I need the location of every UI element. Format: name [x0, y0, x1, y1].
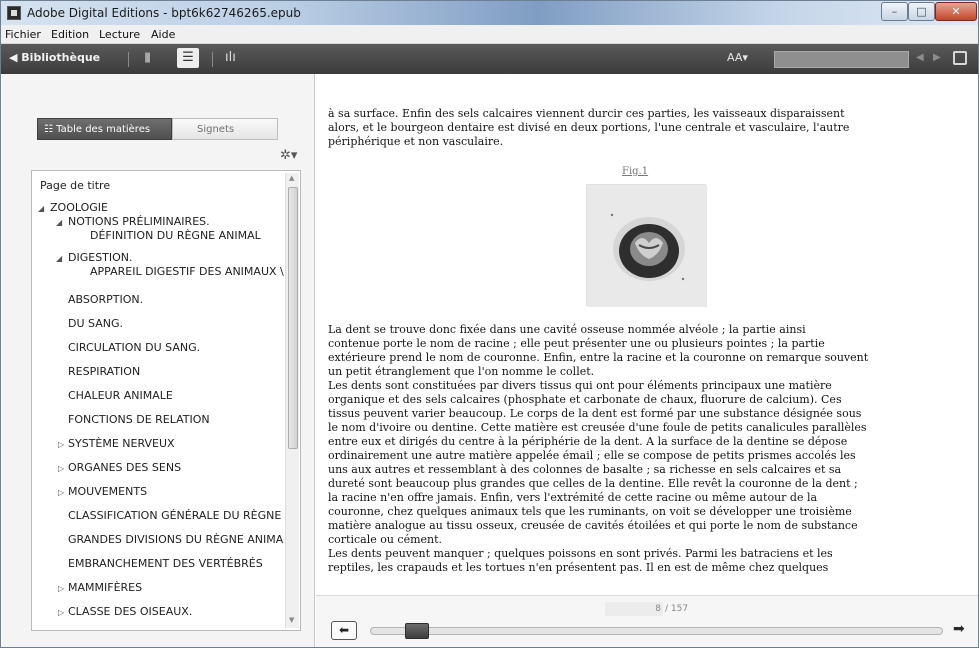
- toc-tab-label: Table des matières: [56, 124, 151, 135]
- fullscreen-icon[interactable]: [953, 51, 967, 65]
- collapsed-arrow-icon[interactable]: ▷: [58, 464, 64, 473]
- page-navigation-bar: 8 / 157 ⬅ ➡: [316, 595, 978, 647]
- toc-tree: Page de titre ◢ ZOOLOGIE ◢ NOTIONS PRÉLI…: [31, 170, 301, 631]
- text-line: Les dents sont constituées par divers ti…: [328, 379, 832, 392]
- scrollbar-thumb[interactable]: [288, 187, 298, 449]
- text-line: matière analogue au tissu osseux, creusé…: [328, 519, 858, 532]
- search-input[interactable]: [774, 51, 909, 68]
- collapsed-arrow-icon[interactable]: ▷: [58, 584, 64, 593]
- toc-item-vertebres[interactable]: EMBRANCHEMENT DES VERTÉBRÉS: [68, 557, 263, 570]
- menu-lecture[interactable]: Lecture: [99, 28, 140, 41]
- figure-caption[interactable]: Fig.1: [622, 166, 648, 177]
- toc-scrollbar[interactable]: ▲ ▼: [285, 173, 299, 628]
- page-number-input[interactable]: 8: [605, 602, 663, 616]
- toolbar: ◀ Bibliothèque ▮ ☰ ılı AA▾ ◀ ▶: [1, 44, 978, 74]
- text-line: uns aux autres et ressemblant à des colo…: [328, 463, 842, 476]
- app-window: Adobe Digital Editions - bpt6k62746265.e…: [0, 0, 979, 648]
- toc-item-mouvements[interactable]: MOUVEMENTS: [68, 485, 147, 498]
- toc-tab-icon: ☷: [44, 124, 57, 135]
- toc-item-notions-sub[interactable]: DÉFINITION DU RÈGNE ANIMAL: [90, 229, 261, 242]
- reading-pane[interactable]: à sa surface. Enfin des sels calcaires v…: [316, 74, 978, 595]
- toc-item-fonctions[interactable]: FONCTIONS DE RELATION: [68, 413, 210, 426]
- text-line: à sa surface. Enfin des sels calcaires v…: [328, 107, 845, 120]
- back-arrow-button[interactable]: ⬅: [331, 621, 357, 640]
- text-line: ordinairement une autre matière appelée …: [328, 449, 856, 462]
- minimize-button[interactable]: –: [881, 2, 908, 21]
- forward-arrow-icon[interactable]: ➡: [953, 621, 965, 637]
- text-line: le nom d'ivoire ou dentine. Cette matièr…: [328, 421, 867, 434]
- scroll-down-icon[interactable]: ▼: [289, 616, 294, 624]
- search-next-icon[interactable]: ▶: [933, 52, 941, 63]
- collapsed-arrow-icon[interactable]: ▷: [58, 608, 64, 617]
- toc-list-icon[interactable]: ☰: [177, 48, 199, 68]
- toc-item-chaleur[interactable]: CHALEUR ANIMALE: [68, 389, 173, 402]
- toolbar-separator: [212, 52, 213, 67]
- expanded-arrow-icon[interactable]: ◢: [38, 204, 44, 213]
- close-button[interactable]: ✕: [935, 2, 977, 21]
- bookmark-icon[interactable]: ▮: [144, 50, 151, 65]
- library-button[interactable]: ◀ Bibliothèque: [9, 51, 100, 64]
- text-line: extérieure prend le nom de couronne. Enf…: [328, 351, 869, 364]
- text-line: organique et des sels calcaires (phospha…: [328, 393, 842, 406]
- gear-icon[interactable]: ✲▾: [280, 148, 297, 163]
- toc-item-mammiferes[interactable]: MAMMIFÈRES: [68, 581, 142, 594]
- text-line: dureté sont beaucoup plus grandes que ce…: [328, 477, 858, 490]
- text-line: Les dents peuvent manquer ; quelques poi…: [328, 547, 833, 560]
- scroll-up-icon[interactable]: ▲: [289, 174, 294, 182]
- maximize-button[interactable]: □: [908, 2, 935, 21]
- toc-item-absorption[interactable]: ABSORPTION.: [68, 293, 143, 306]
- chart-add-icon[interactable]: ılı: [225, 50, 236, 65]
- font-size-button[interactable]: AA▾: [727, 51, 748, 64]
- expanded-arrow-icon[interactable]: ◢: [56, 254, 62, 263]
- page-total: / 157: [665, 604, 689, 614]
- toc-item-du-sang[interactable]: DU SANG.: [68, 317, 123, 330]
- collapsed-arrow-icon[interactable]: ▷: [58, 440, 64, 449]
- toc-item-circulation[interactable]: CIRCULATION DU SANG.: [68, 341, 200, 354]
- toc-item-systeme-nerveux[interactable]: SYSTÈME NERVEUX: [68, 437, 175, 450]
- toc-item-classification[interactable]: CLASSIFICATION GÉNÉRALE DU RÈGNE: [68, 509, 281, 522]
- text-line: couronne, chez quelques animaux tels que…: [328, 505, 852, 518]
- page-slider-track[interactable]: [370, 627, 943, 635]
- tab-bookmarks[interactable]: Signets: [172, 118, 278, 140]
- bookmarks-tab-label: Signets: [197, 124, 235, 135]
- text-line: corticale ou cément.: [328, 533, 443, 546]
- text-line: tissus peuvent varier beaucoup. Le corps…: [328, 407, 862, 420]
- window-title: Adobe Digital Editions - bpt6k62746265.e…: [27, 6, 301, 20]
- collapsed-arrow-icon[interactable]: ▷: [58, 488, 64, 497]
- expanded-arrow-icon[interactable]: ◢: [56, 218, 62, 227]
- toc-item-notions[interactable]: NOTIONS PRÉLIMINAIRES.: [68, 215, 210, 228]
- toc-item-organes[interactable]: ORGANES DES SENS: [68, 461, 181, 474]
- text-line: La dent se trouve donc fixée dans une ca…: [328, 323, 806, 336]
- tab-table-of-contents[interactable]: ☷ Table des matières: [37, 118, 172, 140]
- text-line: contenue porte le nom de racine ; elle p…: [328, 337, 825, 350]
- text-line: périphérique et non vasculaire.: [328, 135, 504, 148]
- text-line: entre eux et dirigés du centre à la péri…: [328, 435, 848, 448]
- title-bar[interactable]: Adobe Digital Editions - bpt6k62746265.e…: [1, 1, 978, 25]
- search-prev-icon[interactable]: ◀: [916, 52, 924, 63]
- toc-item-title-page[interactable]: Page de titre: [40, 179, 110, 192]
- figure-image: [586, 184, 707, 307]
- menu-bar: Fichier Edition Lecture Aide: [1, 25, 978, 44]
- text-line: alors, et le bourgeon dentaire est divis…: [328, 121, 850, 134]
- sidebar: ☷ Table des matières Signets ✲▾ Page de …: [2, 74, 315, 647]
- toc-item-digestion[interactable]: DIGESTION.: [68, 251, 133, 264]
- toc-item-oiseaux[interactable]: CLASSE DES OISEAUX.: [68, 605, 192, 618]
- menu-edition[interactable]: Edition: [51, 28, 89, 41]
- text-line: reptiles, les crapauds et les tortues n'…: [328, 561, 829, 574]
- toc-item-grandes-divisions[interactable]: GRANDES DIVISIONS DU RÈGNE ANIMA: [68, 533, 283, 546]
- toc-item-digestion-sub[interactable]: APPAREIL DIGESTIF DES ANIMAUX \: [90, 265, 284, 278]
- text-line: la racine n'en offre jamais. Enfin, vers…: [328, 491, 818, 504]
- page-slider-thumb[interactable]: [405, 623, 429, 639]
- text-line: un petit étranglement que l'on nomme le …: [328, 365, 595, 378]
- menu-aide[interactable]: Aide: [151, 28, 175, 41]
- toc-item-zoologie[interactable]: ZOOLOGIE: [50, 201, 108, 214]
- app-icon[interactable]: [7, 6, 21, 20]
- menu-fichier[interactable]: Fichier: [5, 28, 41, 41]
- toolbar-separator: [128, 52, 129, 67]
- toc-item-respiration[interactable]: RESPIRATION: [68, 365, 140, 378]
